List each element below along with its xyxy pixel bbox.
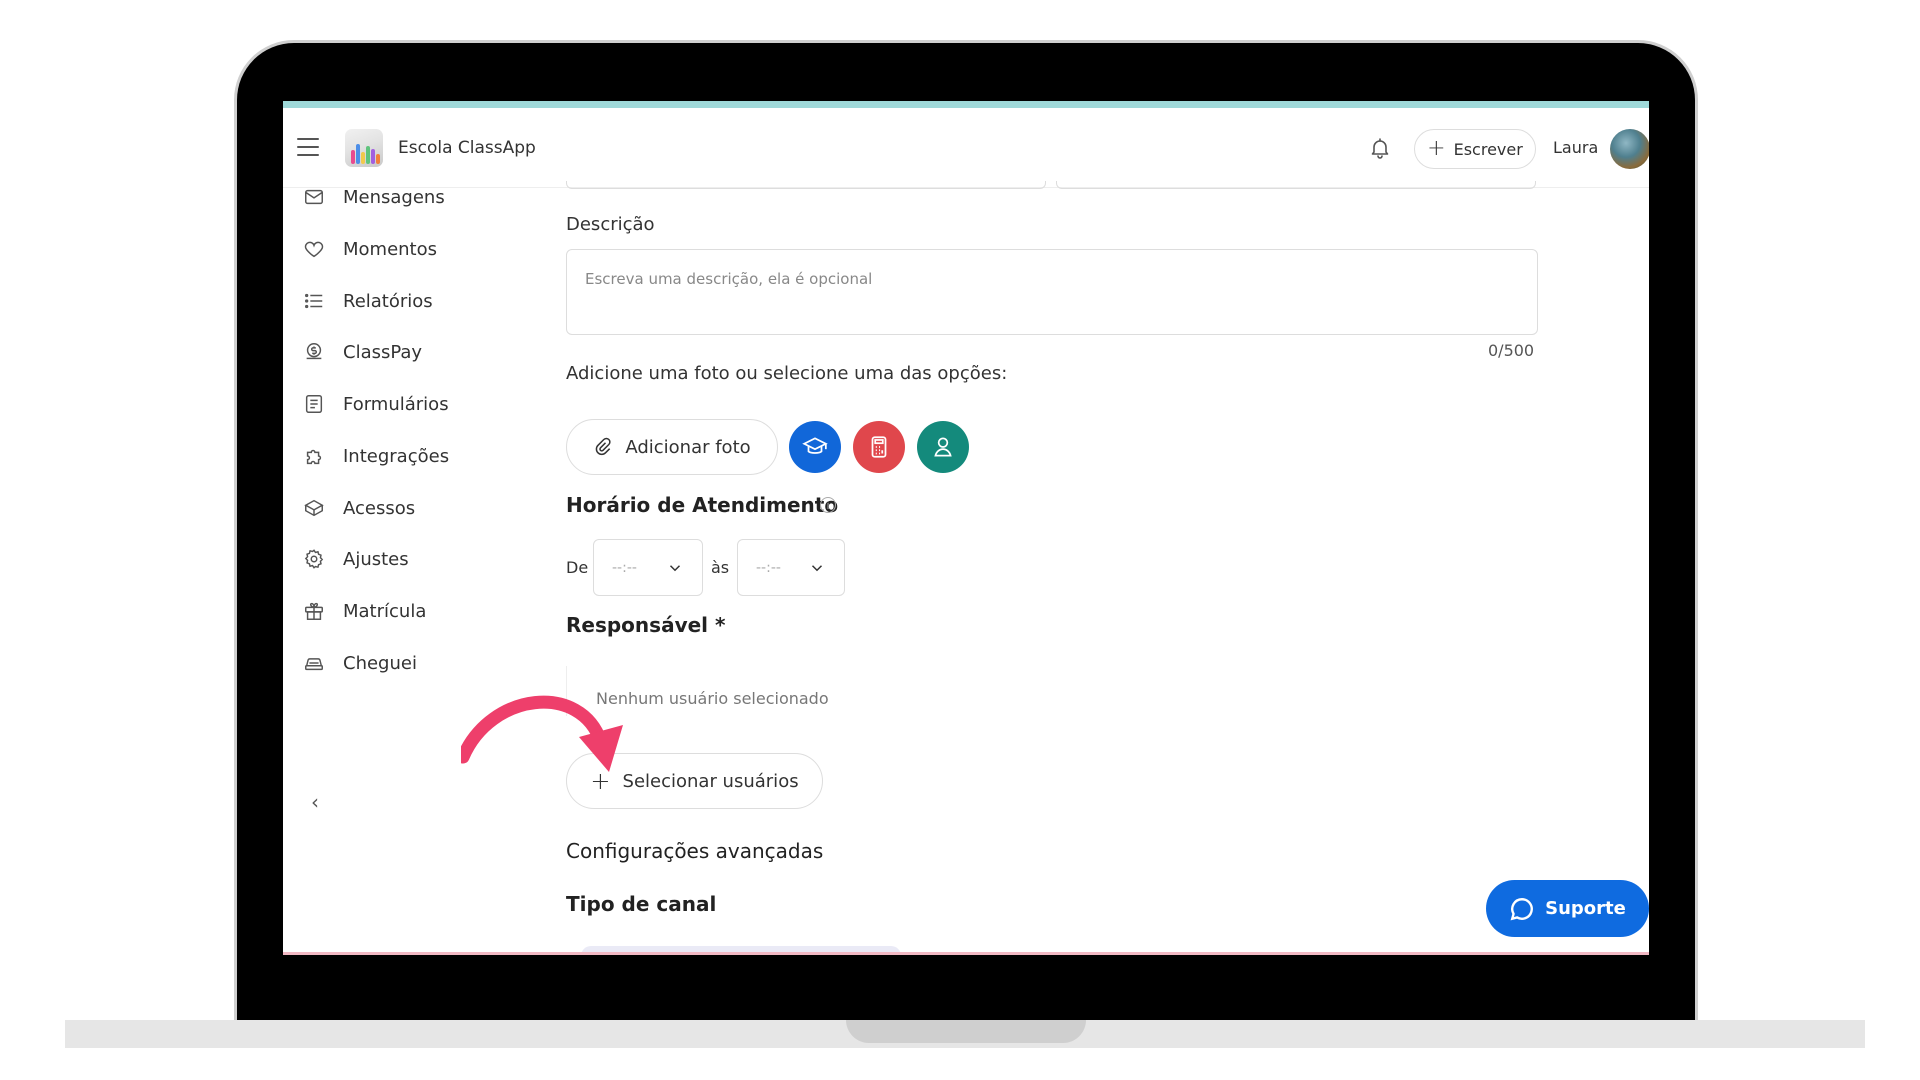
advanced-settings-title[interactable]: Configurações avançadas: [566, 839, 823, 863]
add-photo-label: Adicionar foto: [625, 436, 751, 458]
sidebar-item-label: Formulários: [343, 393, 449, 415]
from-time-value: --:--: [612, 559, 637, 576]
paperclip-icon: [596, 437, 611, 456]
sidebar-item-relatorios[interactable]: Relatórios: [303, 286, 433, 316]
chevron-down-icon: [811, 564, 823, 571]
sidebar-item-matricula[interactable]: Matrícula: [303, 596, 426, 626]
app-screen: Escola ClassApp + Escrever Laura Mensage…: [283, 101, 1649, 955]
channel-type-title: Tipo de canal: [566, 892, 717, 916]
sidebar-item-acessos[interactable]: Acessos: [303, 493, 415, 523]
collapse-sidebar-icon[interactable]: ‹: [311, 790, 319, 814]
gift-icon: [305, 602, 323, 620]
sidebar-item-cheguei[interactable]: Cheguei: [303, 648, 417, 678]
sidebar-item-classpay[interactable]: ClassPay: [303, 337, 422, 367]
sidebar-item-formularios[interactable]: Formulários: [303, 389, 449, 419]
car-icon: [305, 658, 323, 671]
dollar-coin-icon: [306, 343, 322, 360]
add-photo-button[interactable]: Adicionar foto: [566, 419, 778, 475]
support-button[interactable]: Suporte: [1486, 880, 1649, 937]
sidebar-item-mensagens[interactable]: Mensagens: [303, 182, 445, 212]
mail-icon: [305, 189, 323, 205]
to-label: às: [711, 558, 730, 577]
support-button-label: Suporte: [1545, 898, 1626, 919]
from-time-select[interactable]: --:--: [593, 539, 703, 596]
select-users-label: Selecionar usuários: [622, 770, 799, 792]
user-name[interactable]: Laura: [1553, 138, 1598, 157]
avatar[interactable]: [1610, 129, 1649, 169]
plus-icon: +: [1427, 136, 1446, 161]
description-counter: 0/500: [1488, 341, 1535, 360]
presentation-stage: Escola ClassApp + Escrever Laura Mensage…: [0, 0, 1920, 1080]
description-input[interactable]: Escreva uma descrição, ela é opcional: [566, 249, 1538, 335]
sidebar-item-ajustes[interactable]: Ajustes: [303, 544, 409, 574]
sidebar-item-integracoes[interactable]: Integrações: [303, 441, 449, 471]
menu-icon[interactable]: [297, 138, 319, 156]
bottom-accent-line: [283, 952, 1649, 955]
graduation-cap-option-button[interactable]: [789, 421, 841, 473]
graduation-cap-icon: [802, 437, 828, 454]
sidebar-item-label: Cheguei: [343, 652, 417, 674]
previous-field-right[interactable]: [1056, 181, 1536, 189]
gear-icon: [304, 549, 324, 569]
calculator-icon: [871, 436, 887, 458]
pink-arrow-annotation: [461, 695, 623, 772]
sidebar-item-label: Momentos: [343, 238, 438, 260]
sidebar-item-label: Integrações: [343, 445, 450, 467]
to-time-select[interactable]: --:--: [737, 539, 845, 596]
form-icon: [305, 395, 323, 413]
sidebar-item-label: Acessos: [343, 497, 416, 519]
chat-bubble-icon: [1510, 897, 1534, 920]
calculator-option-button[interactable]: [853, 421, 905, 473]
info-icon[interactable]: i: [820, 497, 836, 513]
sidebar-item-label: Mensagens: [343, 186, 445, 208]
person-option-button[interactable]: [917, 421, 969, 473]
person-icon: [934, 437, 952, 457]
to-time-value: --:--: [756, 559, 781, 576]
top-accent-line: [283, 101, 1649, 108]
write-button-label: Escrever: [1453, 139, 1523, 159]
school-name[interactable]: Escola ClassApp: [398, 138, 536, 158]
sidebar-item-label: Matrícula: [343, 600, 427, 622]
chevron-down-icon: [669, 564, 681, 571]
school-logo[interactable]: [345, 129, 383, 167]
write-button[interactable]: + Escrever: [1414, 129, 1536, 169]
responsible-title: Responsável *: [566, 613, 726, 637]
sidebar-item-momentos[interactable]: Momentos: [303, 234, 437, 264]
previous-field-left[interactable]: [566, 181, 1046, 189]
list-icon: [305, 293, 323, 309]
bell-icon[interactable]: [1368, 136, 1392, 160]
sidebar-item-label: Relatórios: [343, 290, 433, 312]
description-label: Descrição: [566, 214, 655, 235]
heart-icon: [304, 241, 324, 258]
sidebar-item-label: ClassPay: [343, 341, 423, 363]
cube-icon: [304, 499, 324, 517]
sidebar-item-label: Ajustes: [343, 548, 409, 570]
app-header: Escola ClassApp + Escrever Laura: [283, 108, 1649, 188]
photo-prompt: Adicione uma foto ou selecione uma das o…: [566, 363, 1008, 384]
laptop-notch: [846, 1020, 1086, 1043]
puzzle-icon: [306, 449, 322, 465]
hours-title: Horário de Atendimento: [566, 493, 839, 517]
from-label: De: [566, 558, 589, 577]
